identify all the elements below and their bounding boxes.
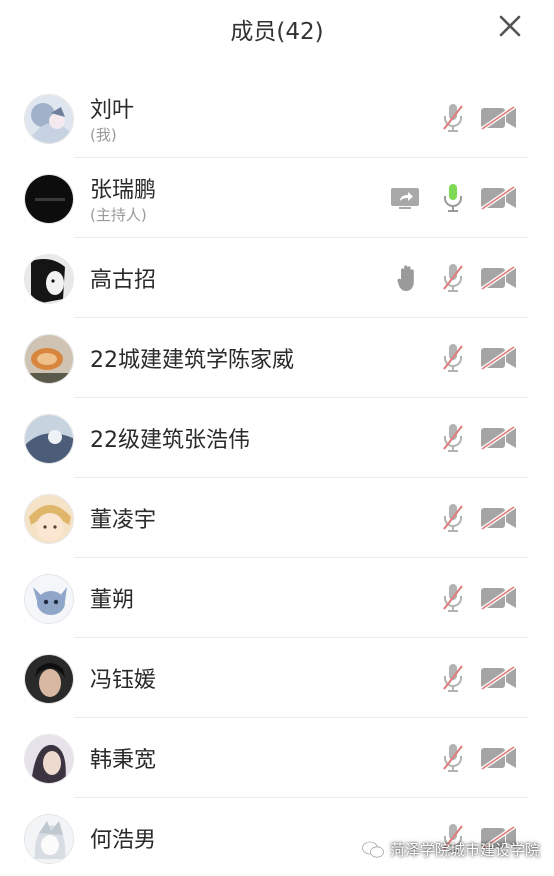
mic-toggle[interactable] [436,501,470,535]
raise-hand-indicator [390,261,424,295]
camera-toggle[interactable] [480,261,518,295]
mic-muted-icon [441,342,465,374]
mic-toggle[interactable] [436,261,470,295]
camera-off-icon [480,745,518,771]
mic-toggle[interactable] [436,741,470,775]
member-list-screen: 成员(42) 刘叶 (我) 张瑞鹏 (主持人) 高古招 22城建建筑学陈家威 2… [0,0,554,876]
hand-icon [395,263,419,293]
header: 成员(42) [0,0,554,56]
screen-share-indicator [388,181,422,215]
mic-toggle[interactable] [436,421,470,455]
close-icon [499,15,521,37]
mic-muted-icon [441,102,465,134]
close-button[interactable] [494,10,526,42]
camera-toggle[interactable] [480,741,518,775]
member-name: 韩秉宽 [90,748,157,773]
member-row[interactable]: 刘叶 (我) [0,78,554,158]
camera-off-icon [480,425,518,451]
mic-muted-icon [441,662,465,694]
member-name: 董朔 [90,588,135,613]
member-role: (我) [90,126,117,144]
member-name: 董凌宇 [90,508,157,533]
mic-toggle[interactable] [436,341,470,375]
camera-toggle[interactable] [480,341,518,375]
avatar [24,414,74,464]
member-name: 何浩男 [90,828,157,853]
mic-toggle[interactable] [436,661,470,695]
camera-off-icon [480,345,518,371]
mic-active-icon [441,182,465,214]
camera-off-icon [480,185,518,211]
member-row[interactable]: 董朔 [0,558,554,638]
mic-muted-icon [441,582,465,614]
member-role: (主持人) [90,206,147,224]
member-row[interactable]: 何浩男 [0,798,554,876]
camera-toggle[interactable] [480,101,518,135]
member-list: 刘叶 (我) 张瑞鹏 (主持人) 高古招 22城建建筑学陈家威 22级建筑张浩伟… [0,78,554,876]
watermark-text: 菏泽学院城市建设学院 [389,841,540,859]
member-row[interactable]: 冯钰媛 [0,638,554,718]
camera-toggle[interactable] [480,581,518,615]
avatar [24,254,74,304]
member-row[interactable]: 高古招 [0,238,554,318]
camera-off-icon [480,105,518,131]
member-row[interactable]: 22城建建筑学陈家威 [0,318,554,398]
mic-toggle[interactable] [436,581,470,615]
member-name: 刘叶 [90,98,135,123]
watermark: 菏泽学院城市建设学院 [362,839,540,860]
mic-muted-icon [441,502,465,534]
avatar [24,334,74,384]
member-name: 22级建筑张浩伟 [90,428,250,453]
member-name: 张瑞鹏 [90,178,157,203]
member-row[interactable]: 董凌宇 [0,478,554,558]
mic-muted-icon [441,422,465,454]
camera-toggle[interactable] [480,661,518,695]
avatar [24,94,74,144]
camera-off-icon [480,585,518,611]
member-row[interactable]: 22级建筑张浩伟 [0,398,554,478]
member-name: 高古招 [90,268,157,293]
camera-toggle[interactable] [480,421,518,455]
avatar [24,574,74,624]
member-name: 22城建建筑学陈家威 [90,348,294,373]
avatar [24,174,74,224]
camera-off-icon [480,505,518,531]
camera-off-icon [480,265,518,291]
page-title: 成员(42) [230,19,324,45]
avatar [24,494,74,544]
avatar [24,734,74,784]
camera-toggle[interactable] [480,181,518,215]
avatar [24,814,74,864]
wechat-logo-icon [362,841,384,857]
screen-share-icon [390,186,420,210]
member-row[interactable]: 韩秉宽 [0,718,554,798]
camera-off-icon [480,665,518,691]
mic-toggle[interactable] [436,181,470,215]
mic-muted-icon [441,742,465,774]
avatar [24,654,74,704]
camera-toggle[interactable] [480,501,518,535]
member-name: 冯钰媛 [90,668,157,693]
mic-toggle[interactable] [436,101,470,135]
mic-muted-icon [441,262,465,294]
member-row[interactable]: 张瑞鹏 (主持人) [0,158,554,238]
